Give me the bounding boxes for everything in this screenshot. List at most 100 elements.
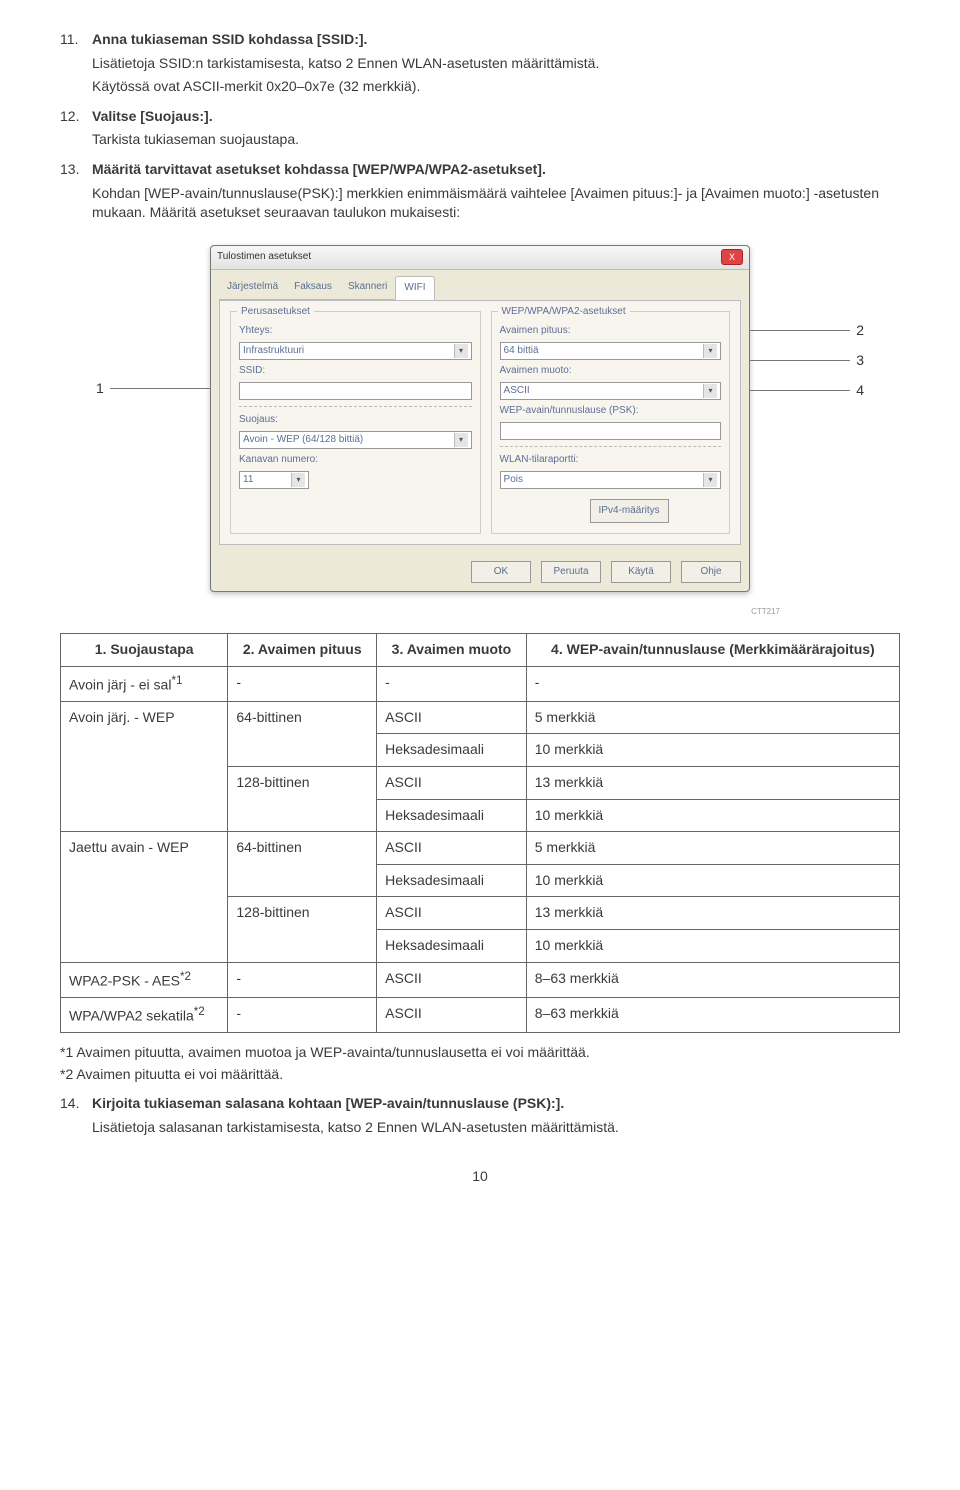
th-wep: 4. WEP-avain/tunnuslause (Merkkimääräraj… [526, 633, 899, 666]
th-pituus: 2. Avaimen pituus [228, 633, 377, 666]
step-14-title: Kirjoita tukiaseman salasana kohtaan [WE… [92, 1094, 900, 1114]
step-11: 11. Anna tukiaseman SSID kohdassa [SSID:… [60, 30, 900, 101]
label-ssid: SSID: [239, 364, 324, 378]
step-11-title: Anna tukiaseman SSID kohdassa [SSID:]. [92, 30, 900, 50]
td: Heksadesimaali [377, 864, 527, 897]
input-psk[interactable] [500, 422, 721, 440]
tab-faksaus[interactable]: Faksaus [286, 276, 340, 300]
fieldset-perusasetukset: Perusasetukset Yhteys: Infrastruktuuri ▾… [230, 311, 481, 534]
sup: *1 [171, 674, 182, 687]
legend-perus: Perusasetukset [237, 305, 314, 319]
td: - [377, 666, 527, 701]
td: - [526, 666, 899, 701]
select-kanava-value: 11 [243, 473, 253, 487]
chevron-down-icon: ▾ [703, 384, 717, 398]
td: Heksadesimaali [377, 929, 527, 962]
callout-4: 4 [856, 381, 864, 401]
table-row: WPA2-PSK - AES*2 - ASCII 8–63 merkkiä [61, 962, 900, 997]
fieldset-wep-wpa: WEP/WPA/WPA2-asetukset Avaimen pituus: 6… [491, 311, 730, 534]
label-psk: WEP-avain/tunnuslause (PSK): [500, 404, 640, 418]
select-wlan-report[interactable]: Pois ▾ [500, 471, 721, 489]
legend-wep: WEP/WPA/WPA2-asetukset [498, 305, 630, 319]
td: - [228, 666, 377, 701]
th-muoto: 3. Avaimen muoto [377, 633, 527, 666]
sup: *2 [180, 970, 191, 983]
step-13-title: Määritä tarvittavat asetukset kohdassa [… [92, 160, 900, 180]
label-yhteys: Yhteys: [239, 324, 324, 338]
table-row: Avoin järj - ei sal*1 - - - [61, 666, 900, 701]
td: - [228, 962, 377, 997]
label-pituus: Avaimen pituus: [500, 324, 585, 338]
td: ASCII [377, 997, 527, 1032]
td: 5 merkkiä [526, 832, 899, 865]
td: ASCII [377, 897, 527, 930]
sup: *2 [194, 1005, 205, 1018]
select-suojaus[interactable]: Avoin - WEP (64/128 bittiä) ▾ [239, 431, 472, 449]
th-suojaustapa: 1. Suojaustapa [61, 633, 228, 666]
callout-1: 1 [96, 379, 104, 399]
button-apply[interactable]: Käytä [611, 561, 671, 583]
td: 128-bittinen [228, 897, 377, 962]
step-14-num: 14. [60, 1094, 92, 1141]
td: 8–63 merkkiä [526, 962, 899, 997]
td: 128-bittinen [228, 766, 377, 831]
chevron-down-icon: ▾ [291, 473, 305, 487]
button-help[interactable]: Ohje [681, 561, 741, 583]
callout-2: 2 [856, 321, 864, 341]
step-14: 14. Kirjoita tukiaseman salasana kohtaan… [60, 1094, 900, 1141]
td: ASCII [377, 962, 527, 997]
tab-skanneri[interactable]: Skanneri [340, 276, 395, 300]
td: WPA/WPA2 sekatila [69, 1007, 194, 1023]
button-ok[interactable]: OK [471, 561, 531, 583]
td: 8–63 merkkiä [526, 997, 899, 1032]
td: WPA2-PSK - AES [69, 972, 180, 988]
screenshot-wrapper: 1 2 3 4 Tulostimen asetukset X Järjestel… [210, 245, 750, 592]
security-table: 1. Suojaustapa 2. Avaimen pituus 3. Avai… [60, 633, 900, 1033]
select-yhteys-value: Infrastruktuuri [243, 344, 304, 358]
select-muoto[interactable]: ASCII ▾ [500, 382, 721, 400]
step-12: 12. Valitse [Suojaus:]. Tarkista tukiase… [60, 107, 900, 154]
td: Jaettu avain - WEP [61, 832, 228, 962]
label-wlan-report: WLAN-tilaraportti: [500, 453, 595, 467]
select-kanava[interactable]: 11 ▾ [239, 471, 309, 489]
step-13: 13. Määritä tarvittavat asetukset kohdas… [60, 160, 900, 227]
td: ASCII [377, 832, 527, 865]
step-13-num: 13. [60, 160, 92, 227]
step-11-p2: Käytössä ovat ASCII-merkit 0x20–0x7e (32… [92, 77, 900, 97]
td: ASCII [377, 701, 527, 734]
tabs: Järjestelmä Faksaus Skanneri WIFI [211, 270, 749, 300]
step-11-p1: Lisätietoja SSID:n tarkistamisesta, kats… [92, 54, 900, 74]
td: 64-bittinen [228, 832, 377, 897]
dialog-title: Tulostimen asetukset [217, 250, 721, 264]
td: 13 merkkiä [526, 897, 899, 930]
footnote-2: *2 Avaimen pituutta ei voi määrittää. [60, 1065, 900, 1085]
td: Heksadesimaali [377, 734, 527, 767]
button-ipv4[interactable]: IPv4-määritys [590, 499, 669, 523]
chevron-down-icon: ▾ [454, 344, 468, 358]
select-muoto-value: ASCII [504, 384, 530, 398]
titlebar: Tulostimen asetukset X [211, 246, 749, 270]
tab-wifi[interactable]: WIFI [395, 276, 434, 300]
td: ASCII [377, 766, 527, 799]
close-icon[interactable]: X [721, 249, 743, 265]
page-number: 10 [60, 1167, 900, 1187]
input-ssid[interactable] [239, 382, 472, 400]
td: Avoin järj - ei sal [69, 676, 171, 692]
select-pituus[interactable]: 64 bittiä ▾ [500, 342, 721, 360]
td: Avoin järj. - WEP [61, 701, 228, 831]
td: 10 merkkiä [526, 734, 899, 767]
step-12-title: Valitse [Suojaus:]. [92, 107, 900, 127]
button-cancel[interactable]: Peruuta [541, 561, 601, 583]
table-row: Avoin järj. - WEP 64-bittinen ASCII 5 me… [61, 701, 900, 734]
select-yhteys[interactable]: Infrastruktuuri ▾ [239, 342, 472, 360]
table-row: Jaettu avain - WEP 64-bittinen ASCII 5 m… [61, 832, 900, 865]
step-12-p1: Tarkista tukiaseman suojaustapa. [92, 130, 900, 150]
callout-3: 3 [856, 351, 864, 371]
td: 10 merkkiä [526, 799, 899, 832]
select-pituus-value: 64 bittiä [504, 344, 539, 358]
tab-jarjestelma[interactable]: Järjestelmä [219, 276, 286, 300]
td: 10 merkkiä [526, 864, 899, 897]
select-suojaus-value: Avoin - WEP (64/128 bittiä) [243, 433, 363, 447]
td: 10 merkkiä [526, 929, 899, 962]
footnote-1: *1 Avaimen pituutta, avaimen muotoa ja W… [60, 1043, 900, 1063]
